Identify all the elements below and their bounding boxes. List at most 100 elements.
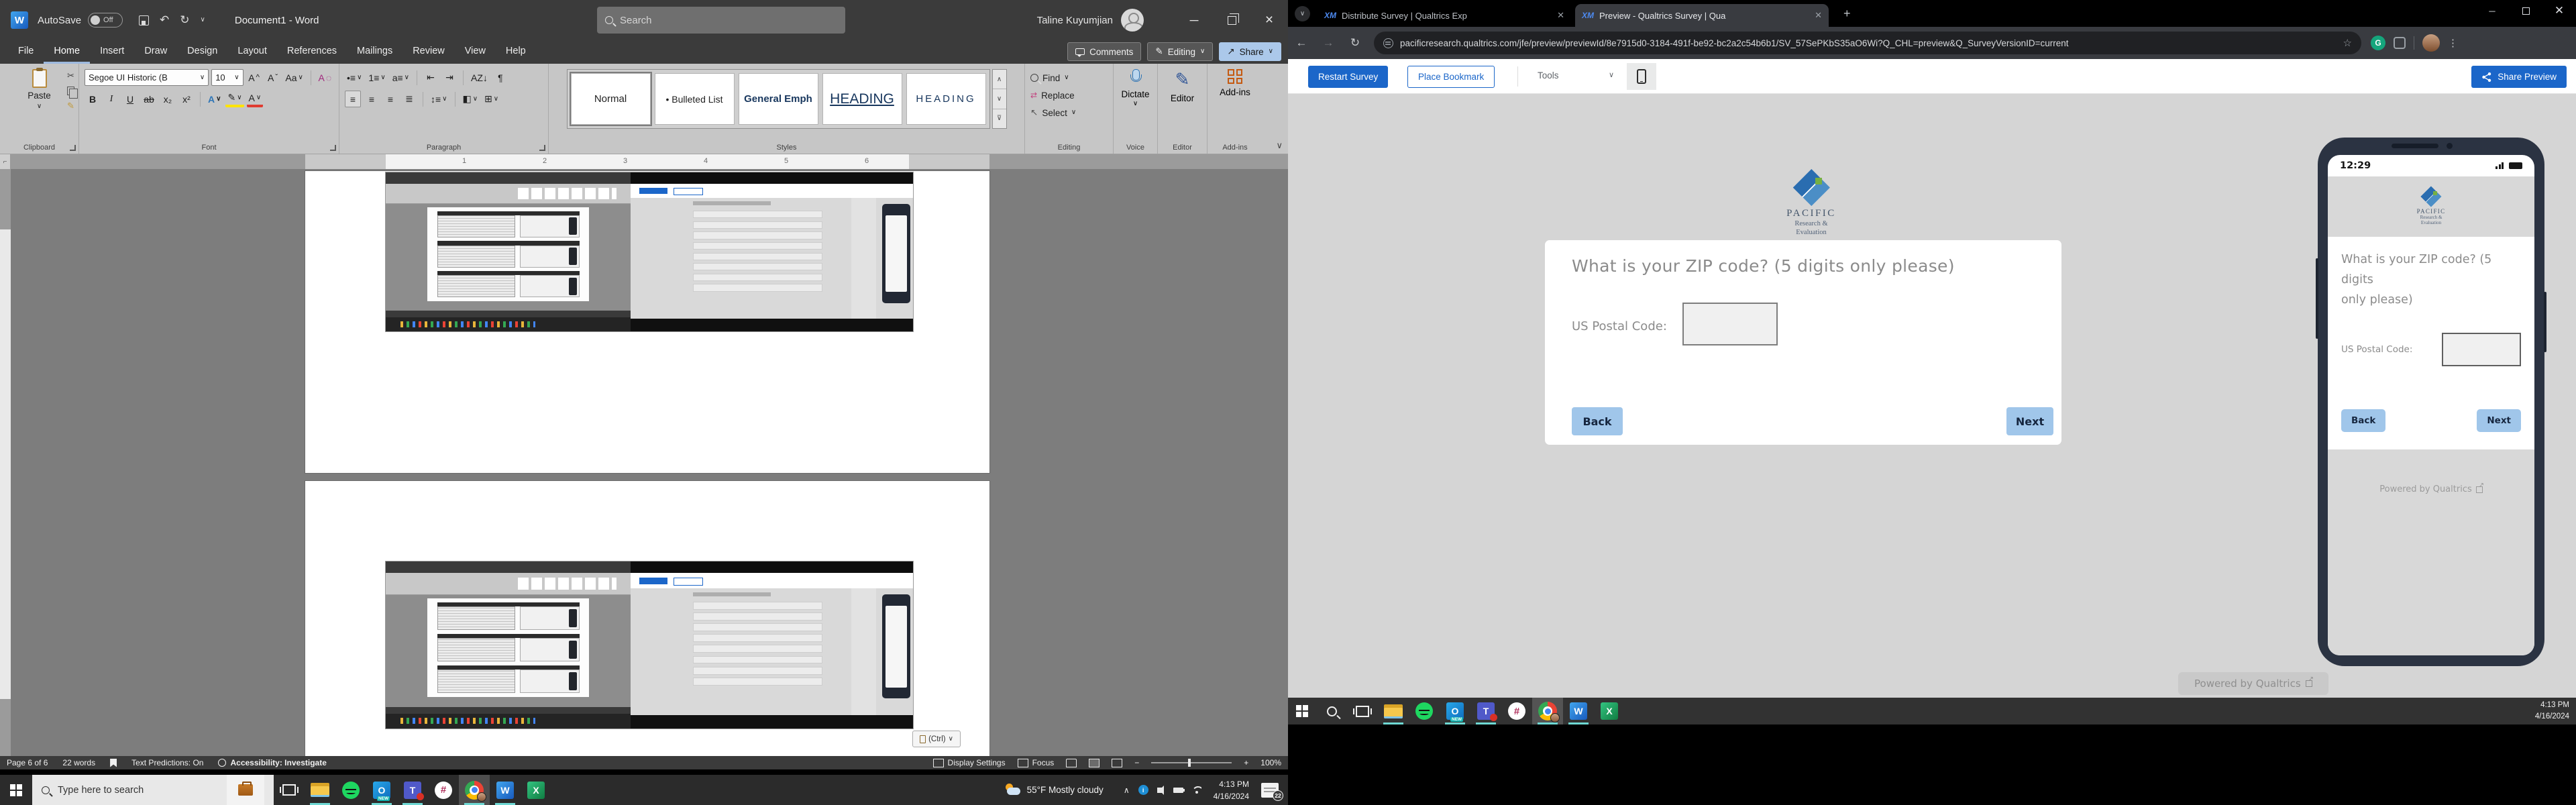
editor-icon[interactable]: ✎ <box>1175 69 1190 90</box>
gallery-up-icon[interactable]: ∧ <box>992 70 1006 90</box>
zoom-handle[interactable] <box>1188 759 1191 767</box>
document-page-5[interactable] <box>305 171 989 473</box>
increase-indent-icon[interactable]: ⇥ <box>441 69 458 86</box>
focus-mode[interactable]: Focus <box>1017 758 1054 767</box>
tab-search-icon[interactable]: ∨ <box>1295 6 1310 21</box>
document-canvas[interactable]: (Ctrl) ∨ <box>11 169 1288 756</box>
excel-button[interactable]: X <box>1594 698 1625 724</box>
paste-button[interactable]: Paste ∨ <box>28 68 51 110</box>
proofing-icon[interactable] <box>110 758 117 767</box>
zoom-level[interactable]: 100% <box>1260 758 1281 767</box>
display-settings[interactable]: Display Settings <box>932 758 1006 767</box>
share-preview-button[interactable]: Share Preview <box>2471 66 2567 88</box>
print-layout-icon[interactable] <box>1089 758 1100 767</box>
find-button[interactable]: Find ∨ <box>1030 69 1108 87</box>
tab-insert[interactable]: Insert <box>90 40 134 64</box>
copy-icon[interactable] <box>67 87 78 99</box>
multilevel-list-icon[interactable]: a≡ ∨ <box>390 69 411 86</box>
zoom-slider[interactable] <box>1151 759 1232 767</box>
document-page-6[interactable]: (Ctrl) ∨ <box>305 481 989 756</box>
autosave-toggle[interactable]: Off <box>88 13 123 28</box>
style-heading1[interactable]: HEADING <box>822 73 902 125</box>
url-text[interactable]: pacificresearch.qualtrics.com/jfe/previe… <box>1400 38 2337 48</box>
tab-distribute-survey[interactable]: XM Distribute Survey | Qualtrics Exp ✕ <box>1318 4 1571 27</box>
horizontal-ruler[interactable]: 1 2 3 4 5 6 <box>11 154 1288 169</box>
forward-icon[interactable]: → <box>1315 36 1342 50</box>
collapse-ribbon-icon[interactable]: ∨ <box>1276 140 1283 151</box>
close-button[interactable]: ✕ <box>2542 0 2576 21</box>
align-left-icon[interactable]: ≡ <box>345 91 361 107</box>
taskbar-search-input[interactable] <box>58 784 212 796</box>
style-general-emph[interactable]: General Emph <box>738 73 818 125</box>
tab-view[interactable]: View <box>455 40 496 64</box>
select-button[interactable]: ↖ Select ∨ <box>1030 104 1108 121</box>
cut-icon[interactable]: ✂ <box>67 70 74 81</box>
tab-help[interactable]: Help <box>496 40 536 64</box>
task-view-button[interactable] <box>274 775 305 805</box>
gallery-down-icon[interactable]: ∨ <box>992 89 1006 109</box>
word-button[interactable]: W <box>490 775 521 805</box>
style-heading2[interactable]: HEADING <box>906 73 986 125</box>
tools-dropdown[interactable]: Tools <box>1538 70 1559 80</box>
restore-button[interactable] <box>1213 0 1250 40</box>
tab-references[interactable]: References <box>277 40 347 64</box>
pilcrow-icon[interactable]: ¶ <box>492 69 508 86</box>
style-normal[interactable]: Normal <box>570 73 651 125</box>
excel-button[interactable]: X <box>521 775 551 805</box>
tray-expand-icon[interactable]: ∧ <box>1124 786 1130 795</box>
addins-button[interactable]: Add-ins <box>1220 87 1250 97</box>
read-mode-icon[interactable] <box>1066 758 1077 767</box>
taskbar-search-box[interactable] <box>32 775 274 805</box>
site-info-icon[interactable] <box>1383 38 1393 48</box>
tab-design[interactable]: Design <box>177 40 227 64</box>
tools-chevron-icon[interactable]: ∨ <box>1609 70 1614 79</box>
slack-button[interactable]: # <box>1501 698 1532 724</box>
addins-icon[interactable] <box>1228 69 1242 84</box>
minimize-button[interactable]: ─ <box>2475 0 2509 21</box>
speaker-icon[interactable] <box>1157 785 1164 795</box>
text-predictions[interactable]: Text Predictions: On <box>131 758 203 767</box>
address-bar[interactable]: pacificresearch.qualtrics.com/jfe/previe… <box>1374 32 2361 54</box>
editor-button[interactable]: Editor <box>1171 93 1194 103</box>
tab-file[interactable]: File <box>8 40 44 64</box>
tab-layout[interactable]: Layout <box>227 40 277 64</box>
line-spacing-icon[interactable]: ↕≡ ∨ <box>429 91 449 107</box>
user-avatar[interactable] <box>1121 9 1144 32</box>
grow-font-button[interactable]: A ^ <box>246 69 262 86</box>
teams-button[interactable]: T <box>1470 698 1501 724</box>
shading-icon[interactable]: ◧ ∨ <box>461 91 480 107</box>
customize-qat-icon[interactable]: ∨ <box>201 17 205 23</box>
replace-button[interactable]: ⇄ Replace <box>1030 87 1108 104</box>
decrease-indent-icon[interactable]: ⇤ <box>423 69 439 86</box>
sort-icon[interactable]: AZ↓ <box>469 69 490 86</box>
italic-button[interactable]: I <box>103 91 119 107</box>
chrome-button[interactable] <box>459 775 490 805</box>
restore-button[interactable] <box>2509 0 2542 21</box>
zip-code-input[interactable] <box>1682 303 1778 345</box>
phone-zip-input[interactable] <box>2442 333 2521 367</box>
tab-home[interactable]: Home <box>44 40 91 64</box>
shrink-font-button[interactable]: Aˇ <box>265 69 281 86</box>
align-right-icon[interactable]: ≡ <box>382 91 398 107</box>
file-explorer-button[interactable] <box>1378 698 1409 724</box>
account-area[interactable]: Taline Kuyumjian <box>1037 0 1144 40</box>
weather-widget[interactable]: 55°F Mostly cloudy <box>1004 783 1104 797</box>
bold-button[interactable]: B <box>85 91 101 107</box>
paste-options-button[interactable]: (Ctrl) ∨ <box>912 731 961 747</box>
page-indicator[interactable]: Page 6 of 6 <box>7 758 48 767</box>
format-painter-icon[interactable]: ✎ <box>67 101 74 111</box>
place-bookmark-button[interactable]: Place Bookmark <box>1407 66 1495 88</box>
slack-button[interactable]: # <box>428 775 459 805</box>
paragraph-dialog-launcher[interactable] <box>539 145 545 151</box>
undo-icon[interactable]: ↶ <box>160 13 169 27</box>
teams-button[interactable]: T <box>397 775 428 805</box>
start-button[interactable] <box>1288 698 1316 724</box>
redo-icon[interactable]: ↻ <box>180 13 189 27</box>
chrome-profile-avatar[interactable] <box>2422 34 2440 52</box>
next-button[interactable]: Next <box>2006 407 2053 435</box>
underline-button[interactable]: U <box>122 91 138 107</box>
zoom-out-icon[interactable]: − <box>1134 758 1139 767</box>
wifi-icon[interactable] <box>1192 786 1201 794</box>
bullets-icon[interactable]: •≡ ∨ <box>345 69 364 86</box>
reload-icon[interactable]: ↻ <box>1342 36 1368 50</box>
